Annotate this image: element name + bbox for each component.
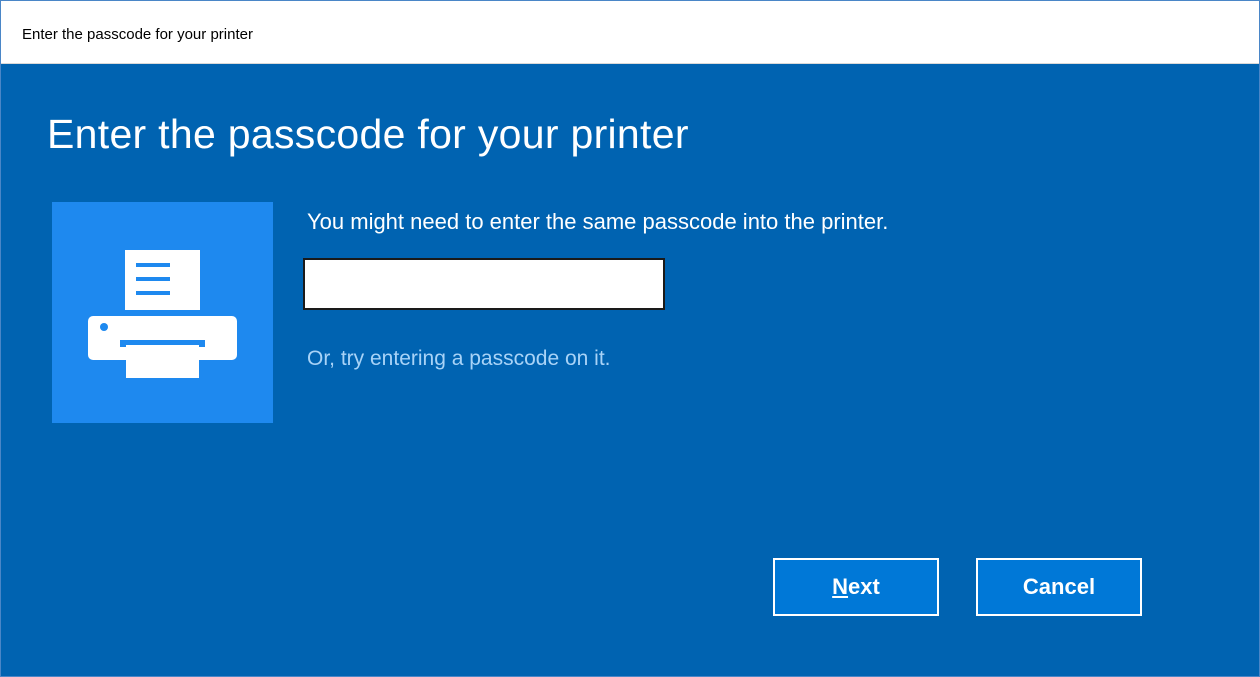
- title-bar: Enter the passcode for your printer: [1, 1, 1259, 64]
- page-title: Enter the passcode for your printer: [47, 111, 689, 157]
- instruction-text: You might need to enter the same passcod…: [307, 209, 889, 234]
- dialog-content: Enter the passcode for your printer You …: [1, 64, 1259, 676]
- cancel-button[interactable]: Cancel: [976, 558, 1142, 616]
- passcode-input[interactable]: [303, 258, 665, 310]
- window-title: Enter the passcode for your printer: [22, 26, 253, 43]
- next-mnemonic: N: [832, 574, 849, 599]
- enter-on-printer-link[interactable]: Or, try entering a passcode on it.: [307, 346, 611, 372]
- printer-tile: [52, 202, 273, 423]
- printer-icon: [88, 250, 237, 378]
- next-label: ext: [848, 574, 880, 599]
- next-button[interactable]: Next: [773, 558, 939, 616]
- dialog-window: Enter the passcode for your printer Ente…: [0, 0, 1260, 677]
